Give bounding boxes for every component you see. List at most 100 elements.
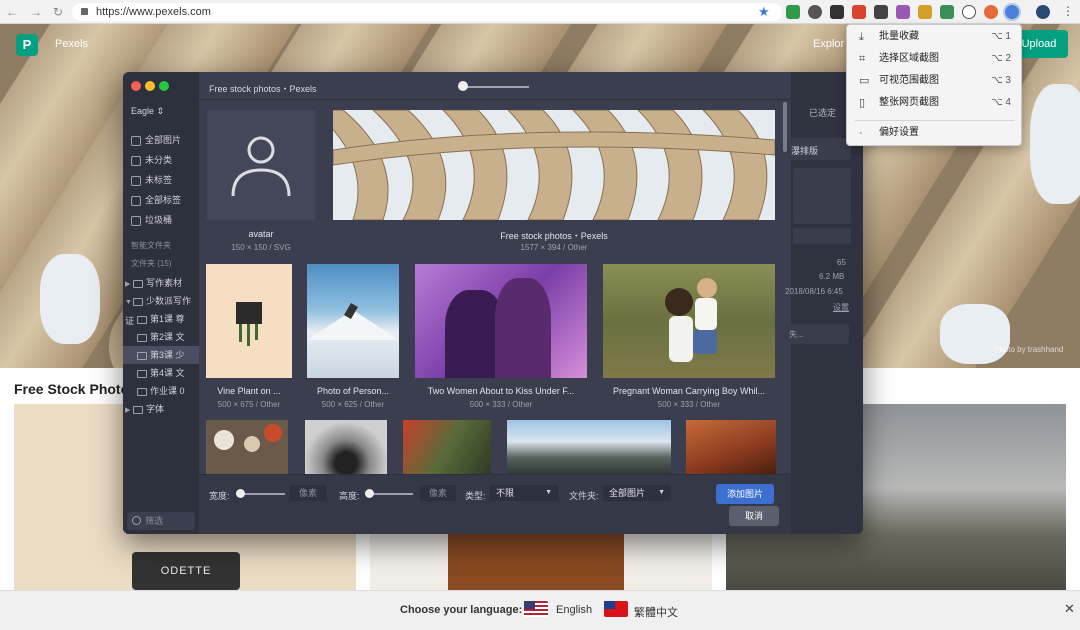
expand-icon[interactable]: ▶ — [125, 402, 133, 420]
width-px-input[interactable]: 像素 — [290, 485, 326, 501]
folder-label: 写作素材 — [146, 278, 183, 288]
folder-item-selected[interactable]: 第3课 少 — [123, 346, 199, 364]
star-icon[interactable]: ★ — [758, 4, 770, 20]
collapse-icon[interactable]: ▼ — [125, 294, 133, 312]
layout-button[interactable]: 瀑排版 — [787, 138, 851, 160]
folders-heading[interactable]: 文件夹 (15) — [131, 258, 171, 269]
taiwan-flag-icon[interactable] — [604, 601, 628, 617]
url-text: https://www.pexels.com — [96, 6, 211, 18]
folder-icon — [137, 369, 147, 378]
lock-icon — [81, 8, 88, 15]
folder-item[interactable]: ▼ 少数派写作证 — [123, 292, 199, 326]
extension-icon[interactable] — [874, 5, 888, 19]
width-slider-handle[interactable] — [236, 489, 245, 498]
menu-label: 整张网页截图 — [879, 97, 939, 108]
address-bar[interactable]: https://www.pexels.com — [72, 3, 782, 21]
forward-icon[interactable]: → — [28, 4, 44, 20]
menu-item-fullpage-capture[interactable]: ▯ 整张网页截图 ⌥ 4 — [847, 92, 1023, 114]
field-label: 失... — [789, 330, 804, 339]
height-px-input[interactable]: 像素 — [420, 485, 456, 501]
asset-card[interactable] — [207, 110, 315, 220]
asset-card[interactable] — [507, 420, 671, 474]
folder-item[interactable]: ▶ 写作素材 — [123, 274, 199, 292]
zoom-slider-track[interactable] — [463, 86, 529, 88]
asset-card[interactable] — [206, 264, 292, 378]
avatar-icon — [231, 136, 291, 197]
asset-card[interactable] — [333, 110, 775, 220]
type-select[interactable]: 不限 ▼ — [490, 485, 558, 501]
menu-item-region-capture[interactable]: ⌗ 选择区域截图 ⌥ 2 — [847, 48, 1023, 70]
extension-icon[interactable] — [852, 5, 866, 19]
folder-item[interactable]: 作业课 0 — [123, 382, 199, 400]
close-icon[interactable]: ✕ — [1064, 601, 1075, 617]
asset-card[interactable] — [415, 264, 587, 378]
add-images-button[interactable]: 添加图片 — [716, 484, 774, 504]
folder-item[interactable]: 第2课 文 — [123, 328, 199, 346]
nav-all-images[interactable]: 全部图片 — [131, 132, 201, 148]
menu-item-visible-capture[interactable]: ▭ 可视范围截图 ⌥ 3 — [847, 70, 1023, 92]
wood-lattice-image — [333, 110, 775, 220]
language-english[interactable]: English — [556, 604, 592, 616]
library-switcher[interactable]: Eagle ⇕ — [131, 106, 164, 117]
zoom-slider-handle[interactable] — [458, 81, 468, 91]
explore-link[interactable]: Explor — [813, 38, 844, 50]
inspector-field[interactable] — [793, 228, 851, 244]
menu-item-preferences[interactable]: · 偏好设置 — [847, 122, 1023, 144]
asset-name: Pregnant Woman Carrying Boy Whil... — [613, 386, 765, 396]
cancel-button[interactable]: 取消 — [729, 506, 779, 526]
folder-select[interactable]: 全部图片 ▼ — [603, 485, 671, 501]
hero-credit[interactable]: Photo by trashhand — [994, 345, 1063, 354]
more-menu-icon[interactable]: ⋮ — [1062, 4, 1074, 18]
window-title: Free stock photos・Pexels — [209, 84, 317, 94]
settings-link[interactable]: 设置 — [833, 302, 849, 313]
menu-shortcut: ⌥ 1 — [991, 31, 1011, 42]
nav-trash[interactable]: 垃圾桶 — [131, 212, 201, 228]
section-title: Free Stock Photos — [14, 381, 137, 397]
nav-all-tags[interactable]: 全部标签 — [131, 192, 201, 208]
pexels-logo[interactable]: P — [16, 34, 38, 56]
smart-folders-heading[interactable]: 智能文件夹 — [131, 240, 171, 251]
height-slider-track[interactable] — [369, 493, 413, 495]
nav-uncategorized[interactable]: 未分类 — [131, 152, 201, 168]
asset-card[interactable] — [603, 264, 775, 378]
minimize-window-icon[interactable] — [145, 81, 155, 91]
extension-icon[interactable] — [918, 5, 932, 19]
pocket-icon[interactable] — [808, 5, 822, 19]
nav-untagged[interactable]: 未标签 — [131, 172, 201, 188]
close-window-icon[interactable] — [131, 81, 141, 91]
pexels-site-name[interactable]: Pexels — [55, 38, 88, 50]
asset-card[interactable] — [686, 420, 776, 474]
folder-label: 第2课 文 — [150, 332, 185, 342]
inspector-field[interactable]: 失... — [787, 324, 849, 344]
folder-item[interactable]: ▶ 字体 — [123, 400, 199, 418]
asset-card[interactable] — [307, 264, 399, 378]
folder-label: 第4课 文 — [150, 368, 185, 378]
profile-icon[interactable] — [1036, 5, 1050, 19]
us-flag-icon[interactable] — [524, 601, 548, 617]
cabinet-photo — [448, 530, 624, 590]
language-traditional-chinese[interactable]: 繁體中文 — [634, 604, 678, 620]
extension-icon[interactable] — [984, 5, 998, 19]
menu-item-batch-save[interactable]: ⤓ 批量收藏 ⌥ 1 — [847, 26, 1023, 48]
evernote-icon[interactable] — [786, 5, 800, 19]
info-icon[interactable] — [962, 5, 976, 19]
extension-icon[interactable] — [830, 5, 844, 19]
maximize-window-icon[interactable] — [159, 81, 169, 91]
eagle-extension-icon[interactable] — [1005, 5, 1019, 19]
preview-box — [793, 168, 851, 224]
extension-icon[interactable] — [896, 5, 910, 19]
folder-item[interactable]: 第4课 文 — [123, 364, 199, 382]
height-slider-handle[interactable] — [365, 489, 374, 498]
reload-icon[interactable]: ↻ — [50, 4, 66, 20]
menu-label: 批量收藏 — [879, 31, 919, 42]
back-icon[interactable]: ← — [4, 4, 20, 20]
scrollbar[interactable] — [783, 102, 787, 152]
asset-card[interactable] — [403, 420, 491, 474]
folder-item[interactable]: 第1课 尊 — [123, 310, 199, 328]
asset-card[interactable] — [206, 420, 288, 474]
asset-card[interactable] — [305, 420, 387, 474]
browser-toolbar: ← → ↻ https://www.pexels.com ★ ⋮ — [0, 0, 1080, 24]
width-slider-track[interactable] — [241, 493, 285, 495]
extension-icon[interactable] — [940, 5, 954, 19]
filter-input[interactable]: 筛选 — [127, 512, 195, 530]
